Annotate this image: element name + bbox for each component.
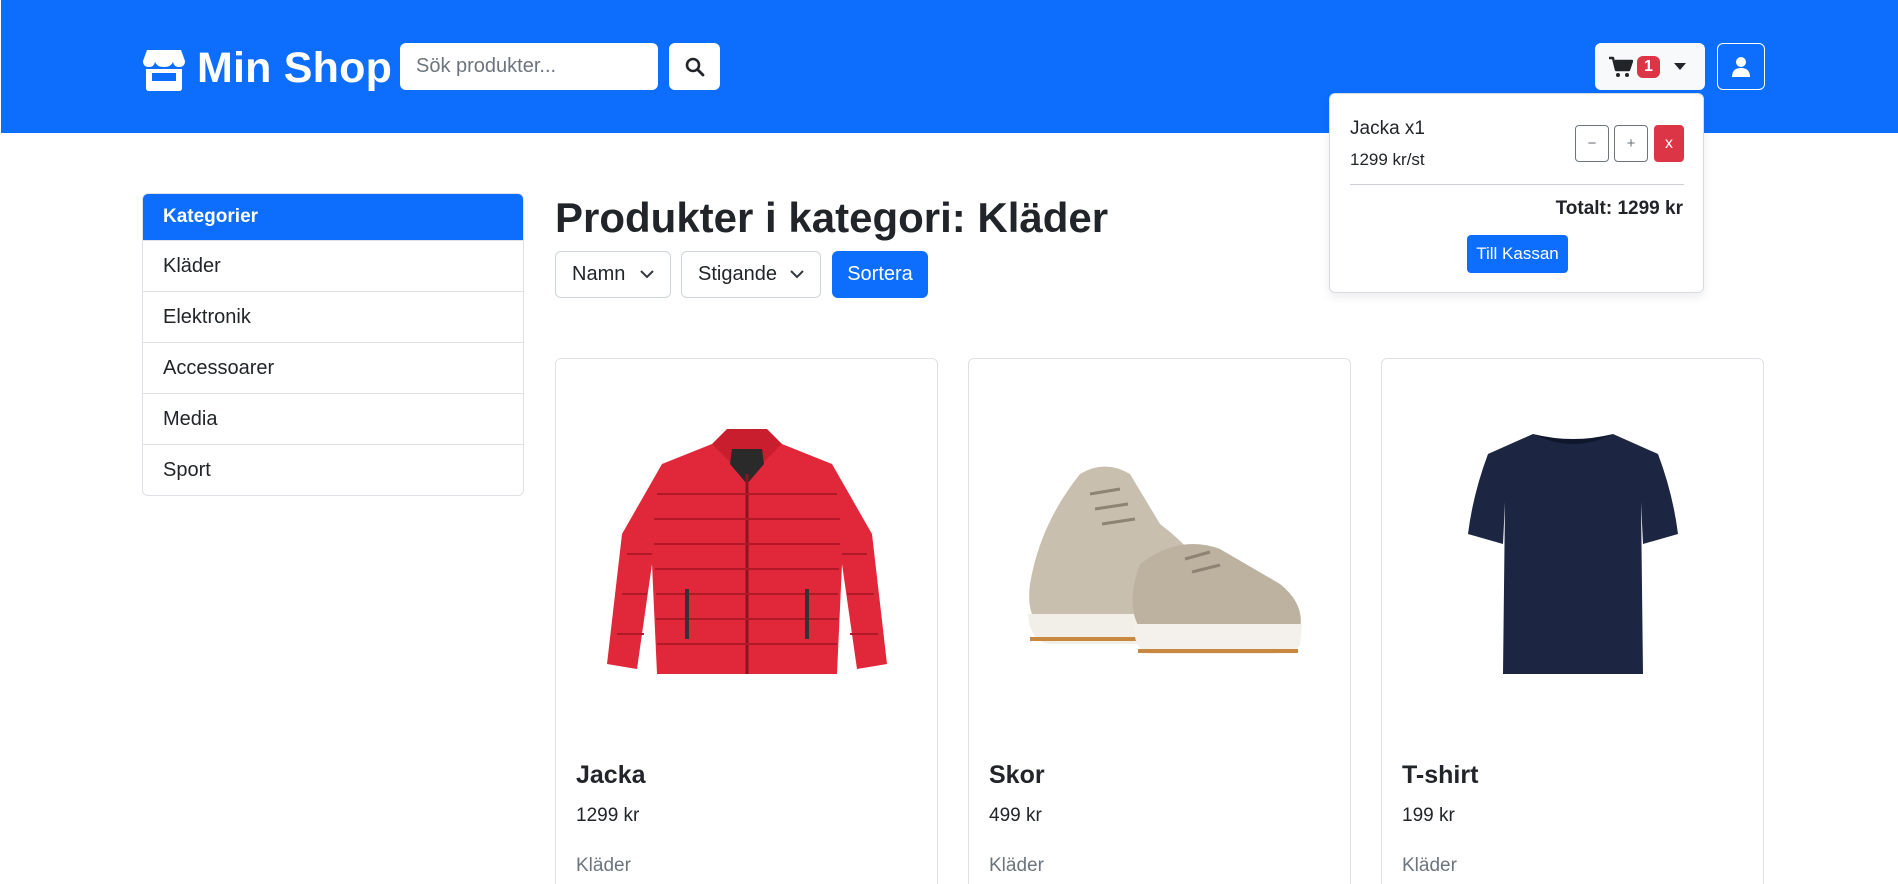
product-name[interactable]: T-shirt [1402,761,1478,790]
remove-item-button[interactable]: x [1654,125,1684,162]
product-name[interactable]: Skor [989,761,1045,790]
sort-direction-select[interactable]: Stigande [681,251,821,298]
page-title: Produkter i kategori: Kläder [555,194,1109,241]
product-price: 499 kr [989,805,1042,826]
sort-field-value: Namn [572,263,626,285]
sort-field-select[interactable]: Namn [555,251,671,298]
product-image-shoes[interactable] [969,359,1350,749]
decrease-quantity-button[interactable]: − [1575,125,1609,162]
category-list: Kategorier Kläder Elektronik Accessoarer… [142,193,524,496]
search-icon [685,57,704,76]
red-puffer-jacket-image [606,429,887,674]
cart-item-name: Jacka x1 [1350,118,1425,139]
category-item-accessoarer[interactable]: Accessoarer [143,342,523,393]
cart-dropdown-toggle[interactable]: 1 [1595,43,1705,90]
checkout-button[interactable]: Till Kassan [1467,235,1568,273]
search-button[interactable] [669,43,720,90]
product-card[interactable]: T-shirt 199 kr Kläder [1381,358,1764,884]
cart-count-badge: 1 [1637,55,1660,78]
category-item-klader[interactable]: Kläder [143,240,523,291]
search-input[interactable] [400,43,658,90]
product-name[interactable]: Jacka [576,761,646,790]
increase-quantity-button[interactable]: + [1614,125,1648,162]
product-card[interactable]: Skor 499 kr Kläder [968,358,1351,884]
beige-sneakers-image [1027,466,1302,654]
product-image-jacket[interactable] [556,359,937,749]
product-category: Kläder [989,855,1044,876]
category-list-header: Kategorier [143,194,523,240]
product-image-tshirt[interactable] [1382,359,1763,749]
sort-button[interactable]: Sortera [832,251,928,298]
cart-icon [1609,56,1633,77]
chevron-down-icon [790,270,804,279]
navy-tshirt-image [1467,434,1678,674]
divider [1350,184,1684,185]
caret-down-icon [1673,63,1686,70]
user-button[interactable] [1717,43,1765,90]
brand-name: Min Shop [197,44,393,92]
product-card[interactable]: Jacka 1299 kr Kläder [555,358,938,884]
chevron-down-icon [640,270,654,279]
product-price: 1299 kr [576,805,640,826]
category-item-elektronik[interactable]: Elektronik [143,291,523,342]
shop-icon [143,49,185,91]
category-item-sport[interactable]: Sport [143,444,523,495]
product-category: Kläder [1402,855,1457,876]
category-item-media[interactable]: Media [143,393,523,444]
product-price: 199 kr [1402,805,1455,826]
cart-item-price: 1299 kr/st [1350,150,1425,169]
cart-total: Totalt: 1299 kr [1555,198,1683,219]
sort-direction-value: Stigande [698,263,777,285]
cart-dropdown: Jacka x1 1299 kr/st − + x Totalt: 1299 k… [1329,93,1704,293]
brand-link[interactable]: Min Shop [143,44,392,93]
user-icon [1732,56,1750,77]
product-category: Kläder [576,855,631,876]
